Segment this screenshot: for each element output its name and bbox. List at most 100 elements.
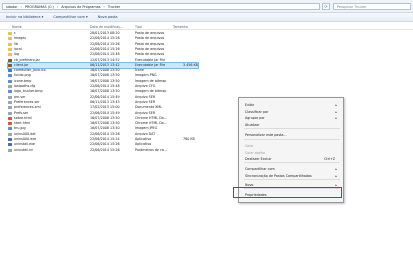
file-row[interactable]: uninstall.ini 22/06/2014 15:26 Parâmetros … [8, 148, 198, 153]
search-input[interactable]: Pesquisar Trucker [333, 3, 411, 10]
file-icon [8, 58, 12, 62]
highlight-box [233, 187, 342, 198]
chevron-right-icon: ▸ [335, 167, 337, 171]
file-name: c [14, 31, 16, 35]
file-date: 16/07/2008 13:50 [90, 68, 120, 73]
file-type: Arquivo SER [135, 99, 156, 104]
menu-item[interactable]: Sincronização de Pastas Compartilhadas ▸ [245, 173, 341, 179]
column-size[interactable]: Tamanho [173, 25, 188, 29]
file-type: Arquivo SER [135, 94, 156, 99]
file-date: 16/07/2008 13:50 [90, 73, 120, 78]
file-date: 22/06/2014 15:26 [90, 36, 120, 41]
file-icon [8, 69, 12, 73]
breadcrumb-item[interactable]: PROGRAMAS (C:) [25, 5, 54, 9]
toolbar: Incluir na biblioteca ▾ Compartilhar com… [0, 13, 413, 22]
folder-icon [8, 53, 12, 57]
menu-item[interactable]: Compartilhar com ▸ [245, 166, 341, 172]
file-name: lib [14, 41, 18, 46]
menu-item-label: Exibir [245, 103, 255, 107]
file-name: cb_prefmaro.jar [14, 57, 40, 62]
file-name: uninstall.exe [14, 142, 35, 147]
file-date: 06/11/2013 13:43 [90, 99, 120, 104]
menu-item[interactable]: Exibir ▸ [245, 102, 341, 108]
chevron-right-icon: ▸ [335, 103, 337, 107]
file-icon [8, 95, 12, 99]
menu-item: Colar [245, 143, 341, 149]
file-type: Pasta de arquivos [135, 36, 165, 41]
file-date: 12/07/2013 14:52 [90, 57, 120, 62]
file-name: local [14, 46, 22, 51]
share-with-button[interactable]: Compartilhar com ▾ [53, 15, 87, 19]
file-date: 16/07/2008 13:50 [90, 121, 120, 126]
file-icon [8, 132, 12, 136]
menu-item-label: Desfazer Excluir [245, 157, 272, 161]
file-type: Arquivo SER [135, 110, 156, 115]
folder-icon [8, 42, 12, 46]
file-type: Chrome HTML Do... [135, 121, 167, 126]
file-name: client.jar [14, 62, 29, 67]
file-type: Pasta de arquivos [135, 31, 165, 35]
menu-item-label: Compartilhar com [245, 167, 275, 171]
file-name: icone.bmp [14, 78, 32, 83]
include-library-button[interactable]: Incluir na biblioteca ▾ [6, 15, 43, 19]
file-type: Aplicativo [135, 137, 152, 141]
file-date: 22/06/2014 15:26 [90, 46, 120, 51]
file-type: Arquivo CFG [135, 84, 156, 88]
file-date: 28/01/2013 08:20 [90, 31, 120, 35]
file-icon [8, 74, 12, 78]
breadcrumb-item[interactable]: Arquivos de Programas [61, 5, 100, 9]
file-date: 22/06/2014 15:26 [90, 147, 120, 152]
menu-item[interactable]: Personalizar este pasta... [245, 132, 341, 138]
refresh-icon[interactable]: ⟳ [322, 3, 330, 10]
menu-item-label: Personalizar este pasta... [245, 133, 287, 137]
menu-separator [244, 128, 340, 129]
file-icon [8, 106, 12, 110]
file-type: Chrome HTML Do... [135, 115, 167, 120]
menu-item-label: Colar [245, 144, 254, 148]
menu-item[interactable]: Desfazer Excluir Ctrl+Z [245, 156, 341, 162]
column-name[interactable]: Nome [12, 25, 22, 29]
breadcrumb[interactable]: sdador › PROGRAMAS (C:) › Arquivos de Prog… [2, 3, 320, 10]
file-date: 22/06/2014 15:49 [90, 94, 120, 99]
column-type[interactable]: Tipo [135, 25, 142, 29]
menu-shortcut: Ctrl+Z [324, 157, 335, 161]
file-date: 16/07/2008 13:50 [90, 126, 120, 131]
chevron-right-icon: › [56, 4, 59, 9]
breadcrumb-item[interactable]: sdador [6, 5, 18, 9]
column-date[interactable]: Data de modificaç... [90, 25, 123, 29]
file-icon [8, 111, 12, 115]
file-date: 22/06/2014 15:26 [90, 131, 120, 136]
file-name: sobre.html [14, 115, 32, 120]
file-type: Executable Jar File [135, 57, 166, 62]
address-bar: sdador › PROGRAMAS (C:) › Arquivos de Prog… [0, 0, 413, 13]
file-type: Arquivo DAT [135, 131, 156, 136]
file-type: Imagem JPEG [135, 126, 158, 131]
breadcrumb-item[interactable]: Trucker [108, 5, 120, 9]
menu-separator [244, 139, 340, 140]
file-date: 22/06/2014 15:26 [90, 41, 120, 46]
menu-item-label: Colar atalho [245, 151, 266, 155]
menu-item-label: Sincronização de Pastas Compartilhadas [245, 174, 312, 178]
file-type: Aplicativo [135, 142, 152, 147]
file-date: 16/07/2008 13:50 [90, 115, 120, 120]
file-name: log [14, 52, 20, 57]
chevron-right-icon: › [103, 4, 105, 9]
file-icon [8, 127, 12, 131]
file-date: 22/06/2014 15:49 [90, 110, 120, 115]
file-name: unins000.exe [14, 137, 37, 141]
menu-item[interactable]: Agrupar por ▸ [245, 115, 341, 121]
file-type: Pasta de arquivos [135, 41, 165, 46]
file-name: preferences.xml [14, 105, 41, 110]
file-date: 16/07/2008 13:50 [90, 89, 120, 94]
file-icon [8, 116, 12, 120]
file-type: Pasta de arquivos [135, 46, 165, 51]
menu-item-label: Agrupar por [245, 116, 265, 120]
file-name: fundo.png [14, 73, 31, 78]
menu-item[interactable]: Atualizar [245, 122, 341, 128]
new-folder-button[interactable]: Nova pasta [98, 15, 118, 19]
folder-icon [8, 32, 12, 35]
file-date: 22/06/2014 15:48 [90, 84, 120, 88]
file-name: tnu.jpg [14, 126, 26, 131]
folder-icon [8, 37, 12, 41]
file-name: uninstall.ini [14, 147, 34, 152]
